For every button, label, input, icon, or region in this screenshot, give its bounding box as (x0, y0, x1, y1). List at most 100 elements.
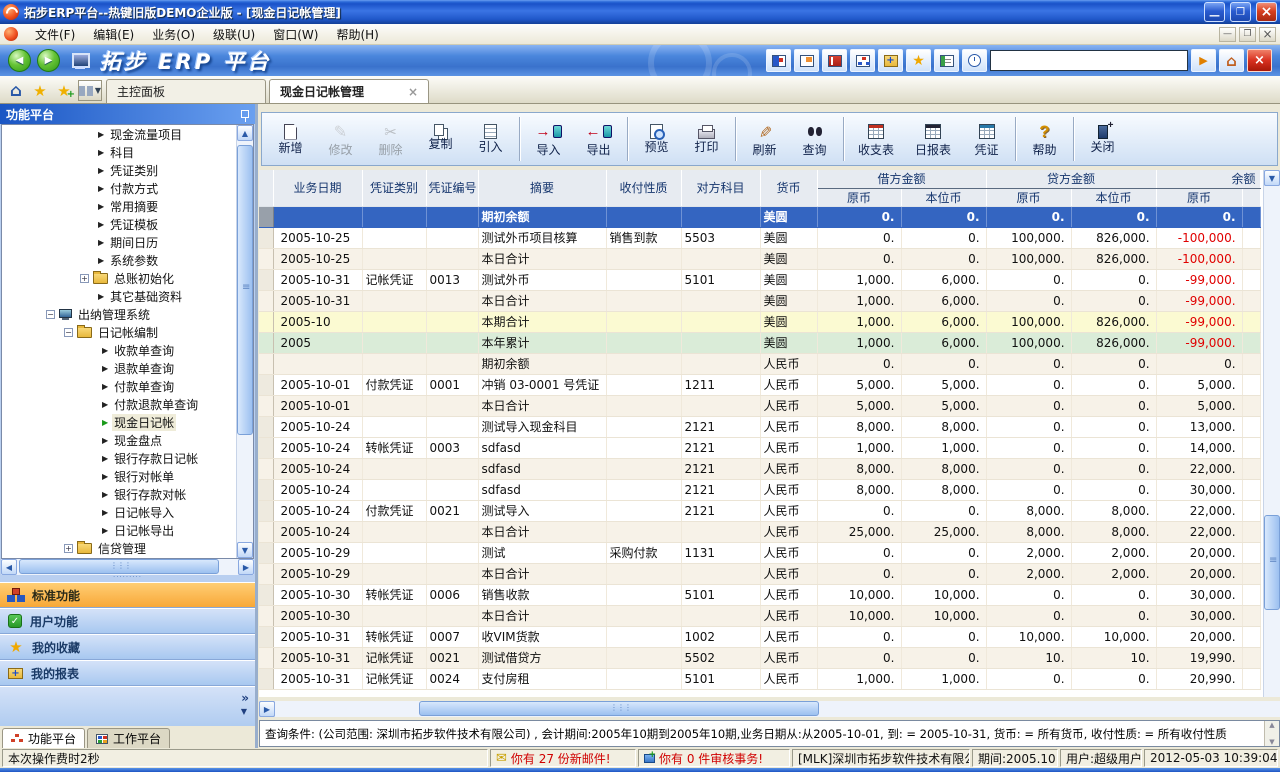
chevron-right-icon[interactable]: » (241, 691, 249, 705)
col-group-debit[interactable]: 借方金额 (817, 170, 986, 188)
main-panel-button[interactable] (766, 49, 791, 72)
home-button[interactable] (1219, 49, 1244, 72)
table-row[interactable]: 2005-10-01付款凭证0001冲销 03-0001 号凭证1211人民币5… (259, 374, 1260, 395)
expand-icon[interactable]: + (64, 544, 73, 553)
minimize-button[interactable] (1204, 2, 1225, 22)
scroll-thumb[interactable] (19, 559, 219, 574)
toolbar-preview-button[interactable]: 预览 (632, 115, 681, 163)
platform-tab[interactable]: 功能平台 (2, 728, 85, 748)
table-row[interactable]: 期初余额人民币0.0.0.0.0. (259, 353, 1260, 374)
toolbar-help-button[interactable]: 帮助 (1020, 115, 1069, 163)
tree-item[interactable]: ▶现金日记帐 (2, 413, 236, 431)
expand-icon[interactable]: + (80, 274, 89, 283)
tree-item[interactable]: ▶其它基础资料 (2, 287, 236, 305)
tree-item[interactable]: ▶现金流量项目 (2, 125, 236, 143)
sidebar-panel-check[interactable]: 用户功能 (0, 608, 255, 634)
table-row[interactable]: 2005-10-24测试导入现金科目2121人民币8,000.8,000.0.0… (259, 416, 1260, 437)
org-chart-button[interactable] (850, 49, 875, 72)
table-row[interactable]: 2005-10-24转帐凭证0003sdfasd2121人民币1,000.1,0… (259, 437, 1260, 458)
table-row[interactable]: 2005-10-31转帐凭证0007收VIM货款1002人民币0.0.10,00… (259, 626, 1260, 647)
folder-add-button[interactable] (878, 49, 903, 72)
col-header-account[interactable]: 对方科目 (681, 170, 760, 206)
add-favorite-icon[interactable]: ★+ (54, 80, 74, 102)
forward-button[interactable]: ▶ (37, 49, 60, 72)
collapse-icon[interactable]: − (64, 328, 73, 337)
tree-item[interactable]: −日记帐编制 (2, 323, 236, 341)
table-row[interactable]: 2005-10-29测试采购付款1131人民币0.0.2,000.2,000.2… (259, 542, 1260, 563)
sidebar-panel-org[interactable]: 标准功能 (0, 582, 255, 608)
table-row[interactable]: 2005-10-30本日合计人民币10,000.10,000.0.0.30,00… (259, 605, 1260, 626)
menu-item[interactable]: 业务(O) (143, 24, 204, 45)
table-row[interactable]: 2005本年累计美圆1,000.6,000.100,000.826,000.-9… (259, 332, 1260, 353)
tree-item[interactable]: ▶银行对帐单 (2, 467, 236, 485)
back-button[interactable]: ◀ (8, 49, 31, 72)
tree-item[interactable]: +信贷管理 (2, 539, 236, 557)
table-row[interactable]: 2005-10-31本日合计美圆1,000.6,000.0.0.-99,000. (259, 290, 1260, 311)
doc-open-button[interactable] (794, 49, 819, 72)
tree-vertical-scrollbar[interactable]: ▲ ▼ (236, 125, 253, 558)
home-icon[interactable]: ⌂ (6, 80, 26, 102)
tree-item[interactable]: ▶银行存款日记帐 (2, 449, 236, 467)
scroll-left-icon[interactable]: ◀ (1, 559, 17, 575)
table-row[interactable]: 2005-10-31记帐凭证0013测试外币5101美圆1,000.6,000.… (259, 269, 1260, 290)
table-row[interactable]: 2005-10-01本日合计人民币5,000.5,000.0.0.5,000. (259, 395, 1260, 416)
scroll-thumb[interactable] (1264, 515, 1280, 610)
col-header-credit-orig[interactable]: 原币 (986, 188, 1071, 206)
table-vertical-scrollbar[interactable]: ▲ ▼ (1263, 170, 1280, 697)
table-horizontal-scrollbar[interactable]: ◀ ▶ (259, 701, 1280, 717)
collapse-icon[interactable]: − (46, 310, 55, 319)
menu-item[interactable]: 级联(U) (204, 24, 264, 45)
contacts-button[interactable] (934, 49, 959, 72)
tree-item[interactable]: ▶凭证类别 (2, 161, 236, 179)
scroll-up-icon[interactable]: ▲ (237, 125, 253, 141)
table-row[interactable]: 2005-10-25本日合计美圆0.0.100,000.826,000.-100… (259, 248, 1260, 269)
table-row[interactable]: 2005-10-24付款凭证0021测试导入2121人民币0.0.8,000.8… (259, 500, 1260, 521)
tree-item[interactable]: −出纳管理系统 (2, 305, 236, 323)
quick-search-input[interactable] (990, 50, 1188, 71)
table-row[interactable]: 2005-10-29本日合计人民币0.0.2,000.2,000.20,000. (259, 563, 1260, 584)
tree-item[interactable]: ▶银行存款对帐 (2, 485, 236, 503)
table-row[interactable]: 2005-10-24sdfasd2121人民币8,000.8,000.0.0.2… (259, 458, 1260, 479)
scroll-right-icon[interactable]: ▶ (259, 701, 275, 717)
table-row[interactable]: 2005-10-24本日合计人民币25,000.25,000.8,000.8,0… (259, 521, 1260, 542)
table-row[interactable]: 2005-10-31记帐凭证0021测试借贷方5502人民币0.0.10.10.… (259, 647, 1260, 668)
toolbar-report-button[interactable]: 收支表 (848, 115, 904, 163)
tree-item[interactable]: ▶日记帐导入 (2, 503, 236, 521)
tree-item[interactable]: ▶付款方式 (2, 179, 236, 197)
tree-item[interactable]: ▶凭证模板 (2, 215, 236, 233)
status-audit[interactable]: 你有 0 件审核事务! (638, 749, 790, 767)
scroll-down-icon[interactable]: ▼ (237, 542, 253, 558)
tree-item[interactable]: ▶付款退款单查询 (2, 395, 236, 413)
tree-item[interactable]: ▶期间日历 (2, 233, 236, 251)
tree-item[interactable]: ▶付款单查询 (2, 377, 236, 395)
favorites-icon[interactable]: ★ (30, 80, 50, 102)
col-header-no[interactable]: 凭证编号 (426, 170, 478, 206)
col-header-type[interactable]: 凭证类别 (362, 170, 426, 206)
mdi-close-button[interactable] (1259, 27, 1276, 42)
toolbar-exit-button[interactable]: 关闭 (1078, 115, 1127, 163)
query-scrollbar[interactable]: ▲▼ (1264, 721, 1279, 746)
toolbar-daily-button[interactable]: 日报表 (905, 115, 961, 163)
table-row[interactable]: 2005-10-30转帐凭证0006销售收款5101人民币10,000.10,0… (259, 584, 1260, 605)
menu-item[interactable]: 编辑(E) (84, 24, 143, 45)
tab-list-button[interactable]: ▼ (78, 80, 102, 101)
tree-item[interactable]: ▶系统参数 (2, 251, 236, 269)
run-button[interactable] (1191, 49, 1216, 72)
menu-item[interactable]: 文件(F) (26, 24, 84, 45)
address-book-button[interactable] (822, 49, 847, 72)
scroll-thumb[interactable] (237, 145, 253, 435)
tree-item[interactable]: +总账初始化 (2, 269, 236, 287)
sidebar-panel-star[interactable]: 我的收藏 (0, 634, 255, 660)
col-header-summary[interactable]: 摘要 (478, 170, 606, 206)
col-header-debit-base[interactable]: 本位币 (901, 188, 986, 206)
scroll-right-icon[interactable]: ▶ (238, 559, 254, 575)
clock-button[interactable] (962, 49, 987, 72)
mdi-restore-button[interactable] (1239, 27, 1256, 42)
sidebar-panel-report[interactable]: 我的报表 (0, 660, 255, 686)
col-header-date[interactable]: 业务日期 (273, 170, 362, 206)
tree-horizontal-scrollbar[interactable]: ◀ ▶ (1, 559, 254, 575)
tree-item[interactable]: ▶退款单查询 (2, 359, 236, 377)
col-header-nature[interactable]: 收付性质 (606, 170, 681, 206)
favorite-one-button[interactable] (906, 49, 931, 72)
tree-item[interactable]: ▶收款单查询 (2, 341, 236, 359)
